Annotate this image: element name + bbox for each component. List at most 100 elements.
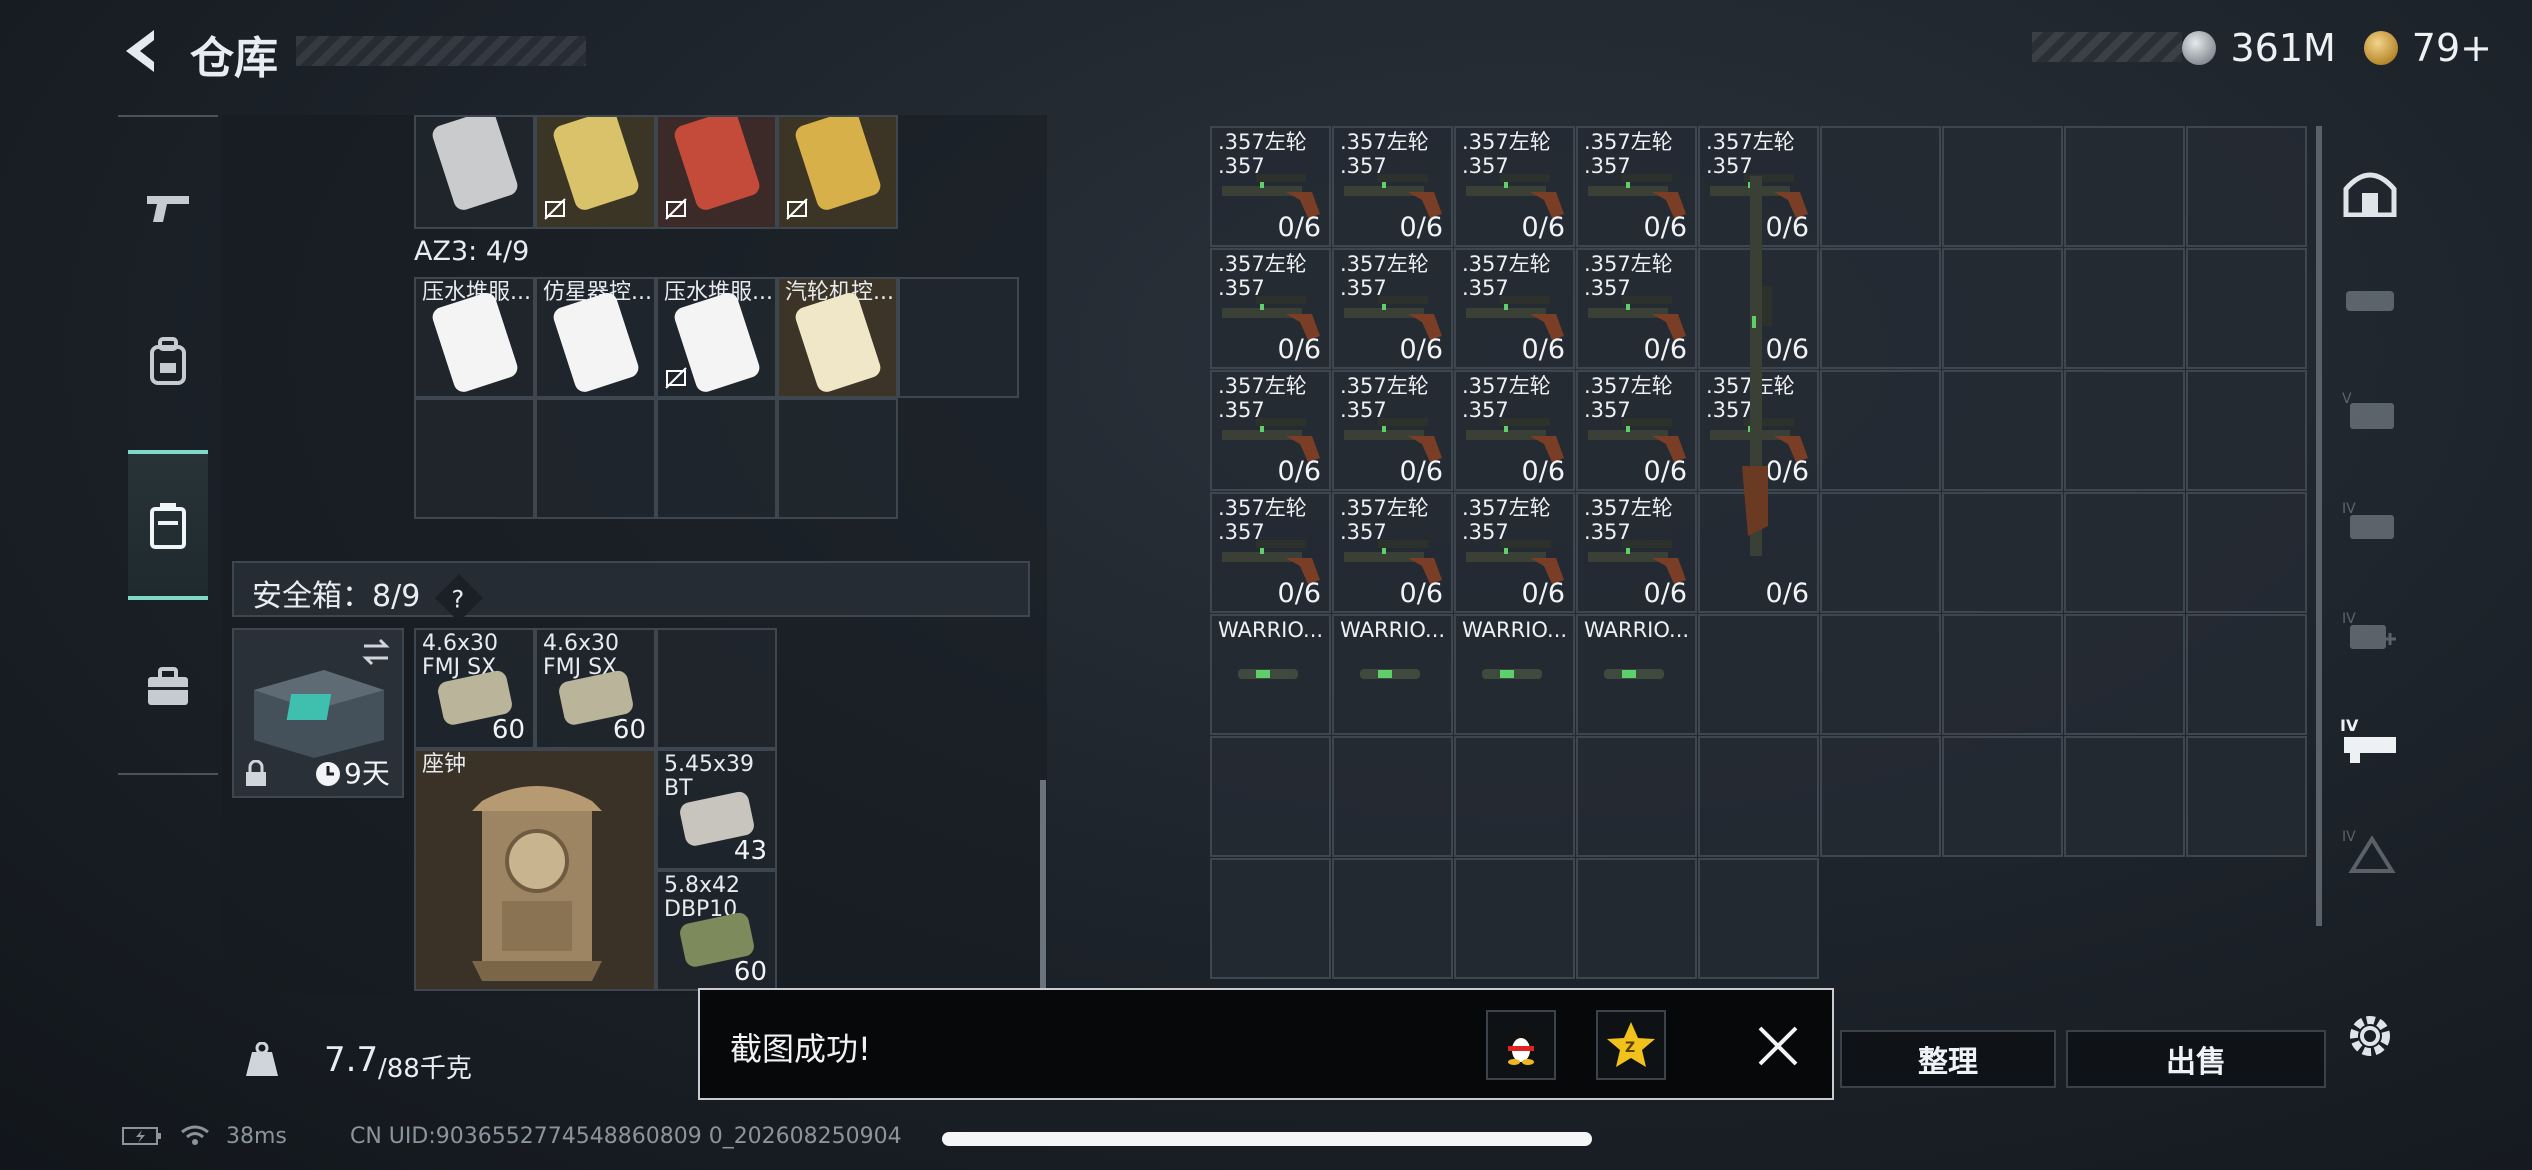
- empty-slot[interactable]: [1210, 736, 1331, 857]
- revolver-slot[interactable]: .357左轮 .3570/6: [1576, 248, 1697, 369]
- revolver-slot[interactable]: .357左轮 .3570/6: [1210, 126, 1331, 247]
- tab-storage[interactable]: [128, 450, 208, 600]
- revolver-slot[interactable]: .357左轮 .3570/6: [1332, 492, 1453, 613]
- empty-slot[interactable]: [1820, 370, 1941, 491]
- back-icon[interactable]: [118, 26, 168, 76]
- empty-slot[interactable]: [1820, 492, 1941, 613]
- item-slot[interactable]: [777, 115, 898, 229]
- attachment-slot[interactable]: WARRIO...: [1576, 614, 1697, 735]
- safe-case[interactable]: 9天: [232, 628, 404, 798]
- sell-button[interactable]: 出售: [2066, 1030, 2326, 1088]
- empty-slot[interactable]: [2186, 126, 2307, 247]
- tab-gear[interactable]: [128, 287, 208, 437]
- ammo-slot[interactable]: 4.6x30 FMJ SX 60: [414, 628, 535, 749]
- tabs-scrollbar[interactable]: [2316, 126, 2322, 926]
- lock-icon: [246, 760, 266, 786]
- empty-slot[interactable]: [656, 628, 777, 749]
- ammo-slot[interactable]: 5.45x39 BT 43: [656, 749, 777, 870]
- revolver-slot[interactable]: .357左轮 .3570/6: [1332, 370, 1453, 491]
- tab-iv-rifle[interactable]: IV: [2326, 686, 2414, 796]
- item-slot[interactable]: 仿星器控...: [535, 277, 656, 398]
- attachment-slot[interactable]: WARRIO...: [1332, 614, 1453, 735]
- empty-slot[interactable]: [1576, 736, 1697, 857]
- ammo-slot[interactable]: 4.6x30 FMJ SX 60: [535, 628, 656, 749]
- empty-slot[interactable]: [656, 398, 777, 519]
- revolver-slot[interactable]: .357左轮 .3570/6: [1210, 248, 1331, 369]
- empty-slot[interactable]: [1698, 858, 1819, 979]
- empty-slot[interactable]: [2064, 126, 2185, 247]
- help-icon[interactable]: ?: [434, 573, 483, 622]
- empty-slot[interactable]: [1454, 858, 1575, 979]
- panel-scrollbar[interactable]: [1040, 780, 1046, 990]
- revolver-slot[interactable]: .357左轮 .3570/6: [1210, 492, 1331, 613]
- gear-icon[interactable]: [2344, 1010, 2396, 1062]
- item-slot[interactable]: 压水堆服...: [414, 277, 535, 398]
- tab-iv-medkit[interactable]: IV: [2326, 576, 2414, 686]
- item-slot[interactable]: 汽轮机控...: [777, 277, 898, 398]
- empty-slot[interactable]: [1332, 736, 1453, 857]
- item-slot[interactable]: [656, 115, 777, 229]
- item-slot[interactable]: [414, 115, 535, 229]
- revolver-slot[interactable]: .357左轮 .3570/6: [1454, 126, 1575, 247]
- empty-slot[interactable]: [1942, 248, 2063, 369]
- tab-v-camera[interactable]: V: [2326, 356, 2414, 466]
- swap-icon[interactable]: [360, 638, 392, 666]
- tab-weapons[interactable]: [128, 133, 208, 283]
- empty-slot[interactable]: [2064, 736, 2185, 857]
- revolver-slot[interactable]: .357左轮 .3570/6: [1332, 248, 1453, 369]
- empty-slot[interactable]: [1942, 370, 2063, 491]
- empty-slot[interactable]: [2064, 370, 2185, 491]
- revolver-slot[interactable]: .357左轮 .3570/6: [1576, 492, 1697, 613]
- empty-slot[interactable]: [1820, 736, 1941, 857]
- empty-slot[interactable]: [414, 398, 535, 519]
- attachment-slot[interactable]: WARRIO...: [1210, 614, 1331, 735]
- empty-slot[interactable]: [1210, 858, 1331, 979]
- share-qq-button[interactable]: [1486, 1010, 1556, 1080]
- organize-button[interactable]: 整理: [1840, 1030, 2056, 1088]
- tab-iv-kit[interactable]: IV: [2326, 466, 2414, 576]
- empty-slot[interactable]: [1942, 736, 2063, 857]
- empty-slot[interactable]: [1820, 614, 1941, 735]
- empty-slot[interactable]: [898, 277, 1019, 398]
- empty-slot[interactable]: [1942, 126, 2063, 247]
- empty-slot[interactable]: [2064, 248, 2185, 369]
- revolver-slot[interactable]: .357左轮 .3570/6: [1454, 248, 1575, 369]
- revolver-slot[interactable]: .357左轮 .3570/6: [1576, 370, 1697, 491]
- empty-slot[interactable]: [2186, 614, 2307, 735]
- empty-slot[interactable]: [1698, 614, 1819, 735]
- empty-slot[interactable]: [1576, 858, 1697, 979]
- empty-slot[interactable]: [1698, 736, 1819, 857]
- tab-supplies[interactable]: [128, 612, 208, 762]
- item-slot[interactable]: 压水堆服...: [656, 277, 777, 398]
- tab-iv-warning[interactable]: IV: [2326, 796, 2414, 906]
- empty-slot[interactable]: [1332, 858, 1453, 979]
- home-indicator[interactable]: [942, 1132, 1592, 1146]
- empty-slot[interactable]: [2186, 370, 2307, 491]
- item-slot[interactable]: [535, 115, 656, 229]
- empty-slot[interactable]: [1942, 614, 2063, 735]
- ammo-slot[interactable]: 5.8x42 DBP10 60: [656, 870, 777, 991]
- close-icon[interactable]: [1756, 1024, 1800, 1068]
- revolver-slot[interactable]: .357左轮 .3570/6: [1576, 126, 1697, 247]
- empty-slot[interactable]: [2186, 736, 2307, 857]
- revolver-slot[interactable]: .357左轮 .3570/6: [1210, 370, 1331, 491]
- empty-slot[interactable]: [2064, 614, 2185, 735]
- empty-slot[interactable]: [777, 398, 898, 519]
- empty-slot[interactable]: [2186, 248, 2307, 369]
- empty-slot[interactable]: [535, 398, 656, 519]
- gold-amount[interactable]: 79+: [2412, 26, 2492, 70]
- empty-slot[interactable]: [2186, 492, 2307, 613]
- attachment-slot[interactable]: WARRIO...: [1454, 614, 1575, 735]
- tab-armory[interactable]: [2326, 136, 2414, 246]
- empty-slot[interactable]: [2064, 492, 2185, 613]
- clock-item-slot[interactable]: 座钟: [414, 749, 656, 991]
- empty-slot[interactable]: [1454, 736, 1575, 857]
- empty-slot[interactable]: [1820, 126, 1941, 247]
- revolver-slot[interactable]: .357左轮 .3570/6: [1454, 370, 1575, 491]
- revolver-slot[interactable]: .357左轮 .3570/6: [1454, 492, 1575, 613]
- share-qzone-button[interactable]: Z: [1596, 1010, 1666, 1080]
- tab-scope[interactable]: [2326, 246, 2414, 356]
- empty-slot[interactable]: [1820, 248, 1941, 369]
- revolver-slot[interactable]: .357左轮 .3570/6: [1332, 126, 1453, 247]
- empty-slot[interactable]: [1942, 492, 2063, 613]
